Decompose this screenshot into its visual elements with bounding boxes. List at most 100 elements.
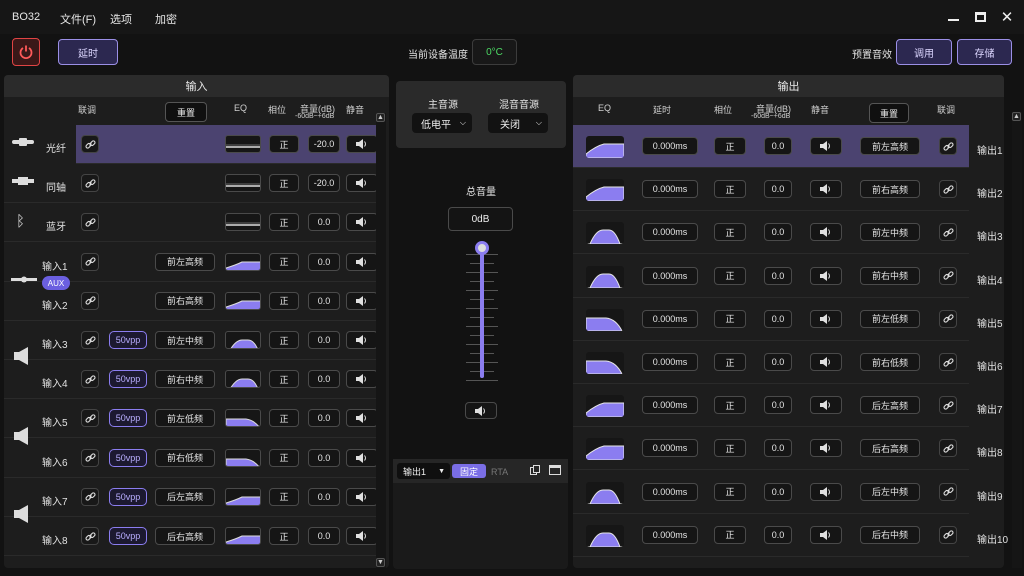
mute-button[interactable] bbox=[346, 174, 378, 193]
source-assign-button[interactable]: 前右中频 bbox=[155, 370, 215, 389]
link-button[interactable] bbox=[81, 370, 99, 389]
phase-toggle[interactable]: 正 bbox=[714, 223, 746, 242]
rta-channel-select[interactable]: 输出1 ▼ bbox=[397, 463, 450, 479]
window-icon[interactable] bbox=[549, 465, 561, 475]
link-button[interactable] bbox=[81, 135, 99, 153]
assign-button[interactable]: 前左高频 bbox=[860, 137, 920, 155]
scroll-up-icon[interactable]: ▲ bbox=[376, 113, 385, 122]
phase-toggle[interactable]: 正 bbox=[714, 482, 746, 501]
rta-mode-toggle[interactable]: RTA bbox=[491, 467, 508, 477]
volume-field[interactable]: 0.0 bbox=[764, 525, 792, 544]
slider-handle[interactable] bbox=[475, 241, 489, 255]
phase-toggle[interactable]: 正 bbox=[269, 409, 299, 428]
delay-field[interactable]: 0.000ms bbox=[642, 266, 698, 285]
link-button[interactable] bbox=[939, 309, 957, 328]
volume-field[interactable]: 0.0 bbox=[308, 527, 340, 545]
vpp-toggle[interactable]: 50vpp bbox=[109, 409, 147, 428]
close-icon[interactable]: ✕ bbox=[998, 8, 1016, 26]
minimize-icon[interactable] bbox=[944, 8, 962, 26]
eq-button[interactable] bbox=[586, 352, 624, 374]
volume-field[interactable]: 0.0 bbox=[764, 266, 792, 285]
eq-button[interactable] bbox=[225, 135, 261, 153]
mute-button[interactable] bbox=[346, 291, 378, 310]
phase-toggle[interactable]: 正 bbox=[714, 525, 746, 544]
source-assign-button[interactable]: 前左低频 bbox=[155, 409, 215, 428]
scroll-up-icon[interactable]: ▲ bbox=[1012, 112, 1021, 121]
vpp-toggle[interactable]: 50vpp bbox=[109, 331, 147, 349]
eq-button[interactable] bbox=[586, 136, 624, 158]
source-assign-button[interactable]: 后左高频 bbox=[155, 487, 215, 506]
delay-field[interactable]: 0.000ms bbox=[642, 525, 698, 544]
eq-button[interactable] bbox=[225, 252, 261, 271]
link-button[interactable] bbox=[939, 266, 957, 285]
link-button[interactable] bbox=[81, 527, 99, 545]
delay-field[interactable]: 0.000ms bbox=[642, 137, 698, 155]
mute-button[interactable] bbox=[810, 525, 842, 544]
vpp-toggle[interactable]: 50vpp bbox=[109, 448, 147, 467]
volume-field[interactable]: 0.0 bbox=[764, 482, 792, 501]
link-button[interactable] bbox=[81, 213, 99, 232]
rta-fixed-toggle[interactable]: 固定 bbox=[452, 464, 486, 478]
eq-button[interactable] bbox=[586, 481, 624, 504]
assign-button[interactable]: 前右低频 bbox=[860, 353, 920, 371]
link-button[interactable] bbox=[81, 252, 99, 271]
mute-button[interactable] bbox=[346, 487, 378, 506]
link-button[interactable] bbox=[81, 291, 99, 310]
volume-field[interactable]: 0.0 bbox=[764, 396, 792, 415]
volume-field[interactable]: 0.0 bbox=[764, 353, 792, 371]
link-button[interactable] bbox=[939, 223, 957, 242]
phase-toggle[interactable]: 正 bbox=[269, 527, 299, 545]
link-button[interactable] bbox=[939, 439, 957, 458]
eq-button[interactable] bbox=[225, 370, 261, 389]
volume-field[interactable]: 0.0 bbox=[764, 137, 792, 155]
eq-button[interactable] bbox=[586, 308, 624, 331]
main-source-select[interactable]: 低电平 ⌵ bbox=[412, 113, 472, 133]
mute-button[interactable] bbox=[810, 396, 842, 415]
volume-field[interactable]: 0.0 bbox=[308, 487, 340, 506]
master-mute-button[interactable] bbox=[465, 402, 497, 419]
phase-toggle[interactable]: 正 bbox=[269, 331, 299, 349]
link-button[interactable] bbox=[81, 487, 99, 506]
volume-field[interactable]: 0.0 bbox=[308, 331, 340, 349]
phase-toggle[interactable]: 正 bbox=[269, 252, 299, 271]
mute-button[interactable] bbox=[346, 135, 378, 153]
power-button[interactable] bbox=[12, 38, 40, 66]
save-preset-button[interactable]: 存储 bbox=[957, 39, 1012, 65]
scroll-down-icon[interactable]: ▼ bbox=[376, 558, 385, 567]
master-volume-value[interactable]: 0dB bbox=[448, 207, 513, 231]
menu-encrypt[interactable]: 加密 bbox=[155, 11, 177, 27]
mute-button[interactable] bbox=[346, 448, 378, 467]
link-button[interactable] bbox=[939, 180, 957, 199]
volume-field[interactable]: -20.0 bbox=[308, 174, 340, 193]
vpp-toggle[interactable]: 50vpp bbox=[109, 370, 147, 389]
volume-field[interactable]: 0.0 bbox=[308, 409, 340, 428]
mute-button[interactable] bbox=[810, 482, 842, 501]
volume-field[interactable]: 0.0 bbox=[764, 309, 792, 328]
assign-button[interactable]: 后右中频 bbox=[860, 525, 920, 544]
delay-field[interactable]: 0.000ms bbox=[642, 482, 698, 501]
vpp-toggle[interactable]: 50vpp bbox=[109, 487, 147, 506]
mute-button[interactable] bbox=[346, 409, 378, 428]
input-reset-button[interactable]: 重置 bbox=[165, 102, 207, 122]
mute-button[interactable] bbox=[810, 137, 842, 155]
eq-button[interactable] bbox=[586, 395, 624, 418]
eq-button[interactable] bbox=[586, 524, 624, 547]
output-reset-button[interactable]: 重置 bbox=[869, 103, 909, 123]
phase-toggle[interactable]: 正 bbox=[269, 487, 299, 506]
mute-button[interactable] bbox=[346, 527, 378, 545]
volume-field[interactable]: 0.0 bbox=[308, 252, 340, 271]
eq-button[interactable] bbox=[225, 174, 261, 193]
menu-file[interactable]: 文件(F) bbox=[60, 11, 96, 27]
volume-field[interactable]: 0.0 bbox=[308, 370, 340, 389]
vpp-toggle[interactable]: 50vpp bbox=[109, 527, 147, 545]
master-volume-slider[interactable] bbox=[462, 240, 502, 381]
link-button[interactable] bbox=[81, 174, 99, 193]
assign-button[interactable]: 前右高频 bbox=[860, 180, 920, 199]
link-button[interactable] bbox=[81, 409, 99, 428]
phase-toggle[interactable]: 正 bbox=[714, 439, 746, 458]
delay-button[interactable]: 延时 bbox=[58, 39, 118, 65]
phase-toggle[interactable]: 正 bbox=[714, 396, 746, 415]
mute-button[interactable] bbox=[810, 180, 842, 199]
eq-button[interactable] bbox=[586, 265, 624, 288]
link-button[interactable] bbox=[939, 396, 957, 415]
